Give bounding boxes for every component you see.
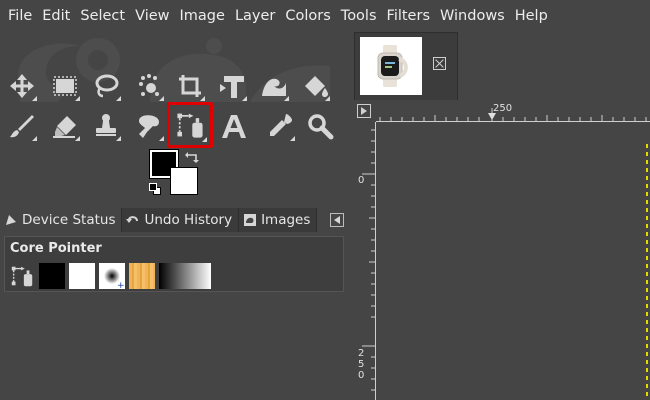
brush-preview-icon: +	[104, 268, 125, 291]
menu-file[interactable]: File	[4, 0, 37, 32]
device-status-panel: Core Pointer +	[4, 236, 344, 292]
tab-undo-history-label: Undo History	[144, 212, 233, 228]
horizontal-ruler[interactable]: 250	[376, 102, 650, 122]
warp-transform-tool[interactable]	[256, 68, 292, 104]
move-tool[interactable]	[4, 68, 40, 104]
ruler-label-250-digit-0: 0	[358, 370, 365, 381]
lasso-tool[interactable]	[88, 68, 124, 104]
image-menu-button[interactable]	[357, 104, 371, 118]
menu-colors[interactable]: Colors	[280, 0, 335, 32]
unified-transform-tool[interactable]	[214, 68, 250, 104]
tool-group-indicator	[75, 96, 80, 101]
zoom-tool[interactable]	[302, 108, 338, 144]
image-thumbnail	[360, 37, 422, 95]
vertical-ruler[interactable]: 0 2 5 0	[356, 122, 376, 400]
crop-tool[interactable]	[172, 68, 208, 104]
ruler-label-250-digit-2: 2	[358, 348, 365, 359]
triangle-left-icon	[334, 216, 340, 224]
svg-text:+: +	[117, 281, 125, 289]
rect-select-tool[interactable]	[47, 68, 83, 104]
ruler-label-250: 250	[493, 103, 513, 114]
menu-select[interactable]: Select	[75, 0, 130, 32]
tool-group-indicator	[290, 136, 295, 141]
tool-group-indicator	[325, 96, 330, 101]
tab-images-label: Images	[261, 212, 311, 228]
dock-tab-bar: Device Status Undo History Images	[0, 208, 350, 232]
tab-device-status-label: Device Status	[22, 212, 116, 228]
tool-group-indicator	[200, 96, 205, 101]
bucket-fill-tool[interactable]	[297, 68, 333, 104]
zoom-icon	[308, 114, 334, 140]
tool-group-indicator	[159, 136, 164, 141]
horizontal-ruler-ticks	[379, 108, 647, 122]
menu-tools[interactable]: Tools	[336, 0, 382, 32]
menu-image[interactable]: Image	[175, 0, 230, 32]
close-image-icon[interactable]	[433, 57, 446, 70]
menu-bar: File Edit Select View Image Layer Colors…	[0, 0, 650, 32]
ruler-label-250-digit-5: 5	[358, 359, 365, 370]
device-settings-row: +	[9, 263, 211, 291]
undo-history-icon	[126, 216, 139, 223]
image-tab[interactable]	[354, 32, 458, 100]
reset-colors-icon[interactable]	[149, 183, 157, 191]
image-window: 250 0 2 5 0	[350, 32, 650, 400]
paintbrush-tool[interactable]	[4, 108, 40, 144]
menu-view[interactable]: View	[130, 0, 174, 32]
device-title: Core Pointer	[10, 241, 102, 256]
tool-group-indicator	[116, 136, 121, 141]
tab-images[interactable]: Images	[239, 208, 318, 232]
canvas-area: 250 0 2 5 0	[350, 100, 650, 400]
tab-device-status[interactable]: Device Status	[0, 208, 123, 232]
tool-group-indicator	[32, 136, 37, 141]
text-icon	[222, 115, 246, 138]
tool-group-indicator	[202, 137, 207, 142]
device-bg-color	[69, 263, 95, 289]
tab-undo-history[interactable]: Undo History	[122, 208, 240, 232]
menu-windows[interactable]: Windows	[435, 0, 510, 32]
device-pattern	[129, 263, 155, 289]
menu-help[interactable]: Help	[510, 0, 553, 32]
ruler-label-0: 0	[358, 175, 365, 186]
menu-filters[interactable]: Filters	[382, 0, 435, 32]
dock-tab-menu-button[interactable]	[330, 213, 344, 227]
tool-group-indicator	[242, 96, 247, 101]
menu-edit[interactable]: Edit	[37, 0, 75, 32]
paths-icon	[11, 266, 33, 287]
tool-group-indicator	[32, 96, 37, 101]
tool-group-indicator	[159, 96, 164, 101]
swap-colors-icon[interactable]	[184, 150, 200, 164]
device-brush: +	[99, 263, 125, 291]
background-color-swatch[interactable]	[170, 167, 198, 195]
canvas-boundary-guide	[646, 144, 648, 400]
text-tool[interactable]	[216, 108, 252, 144]
clone-tool[interactable]	[88, 108, 124, 144]
device-fg-color	[39, 263, 65, 289]
tool-group-indicator	[116, 96, 121, 101]
smartwatch-thumbnail	[377, 45, 408, 87]
fg-bg-color-selector	[148, 149, 204, 200]
paths-tool[interactable]	[167, 102, 213, 148]
color-picker-tool[interactable]	[262, 108, 298, 144]
eraser-tool[interactable]	[47, 108, 83, 144]
images-icon	[244, 214, 257, 226]
device-gradient	[159, 263, 211, 289]
fuzzy-select-tool[interactable]	[131, 68, 167, 104]
tool-group-indicator	[75, 136, 80, 141]
gimp-window: File Edit Select View Image Layer Colors…	[0, 0, 650, 400]
smudge-tool[interactable]	[131, 108, 167, 144]
toolbox-dock: Device Status Undo History Images Core P…	[0, 32, 350, 400]
tool-group-indicator	[284, 96, 289, 101]
menu-layer[interactable]: Layer	[230, 0, 280, 32]
device-current-tool	[9, 263, 35, 289]
device-status-icon	[6, 215, 16, 225]
